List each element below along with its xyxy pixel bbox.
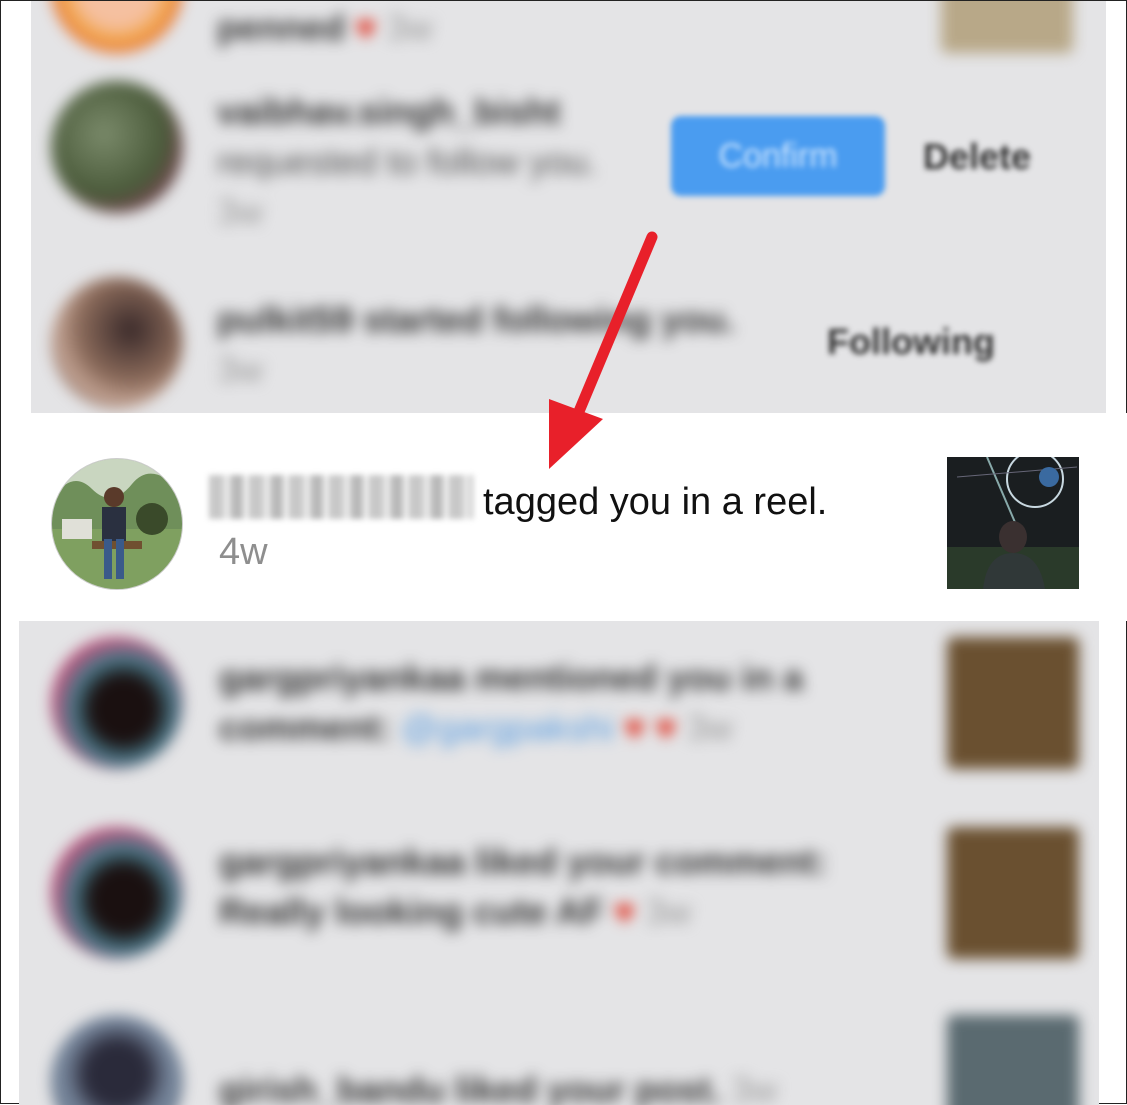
row-text: gargpriyankaa liked your comment: Really… [219, 841, 828, 932]
username[interactable]: vaibhav.singh_bisht [217, 91, 560, 132]
confirm-button[interactable]: Confirm [671, 116, 885, 196]
post-thumbnail[interactable] [947, 1015, 1079, 1105]
post-thumbnail[interactable] [947, 637, 1079, 769]
reel-thumbnail[interactable] [947, 457, 1079, 589]
timestamp: 3w [386, 7, 433, 48]
row-text: requested to follow you. [217, 141, 598, 182]
following-button[interactable]: Following [827, 321, 995, 363]
heart-icon: ♥ [613, 891, 636, 932]
timestamp: 4w [219, 531, 268, 573]
timestamp: 3w [217, 349, 264, 390]
row-text: girish_bandu liked your post. [219, 1069, 722, 1105]
timestamp: 3w [731, 1069, 778, 1105]
row-text: penned [217, 7, 346, 48]
avatar[interactable] [51, 277, 183, 409]
avatar[interactable] [51, 81, 183, 213]
heart-icon: ♥ [355, 7, 377, 48]
avatar[interactable] [51, 1, 183, 53]
mention-link[interactable]: @gargpakshi [401, 707, 614, 748]
row-text: pulkit59 started following you. [217, 299, 736, 340]
avatar[interactable] [51, 1015, 183, 1105]
heart-icon: ♥ ♥ [623, 707, 677, 748]
post-thumbnail[interactable] [947, 827, 1079, 959]
timestamp: 3w [217, 191, 264, 232]
blurred-notifications-top: penned ♥ 3w vaibhav.singh_bisht requeste… [31, 1, 1106, 413]
notification-text: tagged you in a reel. [483, 481, 828, 523]
delete-button[interactable]: Delete [923, 136, 1031, 178]
post-thumbnail[interactable] [941, 1, 1073, 53]
avatar[interactable] [51, 827, 183, 959]
avatar[interactable] [51, 458, 183, 590]
timestamp: 3w [686, 707, 733, 748]
timestamp: 3w [645, 891, 692, 932]
blurred-notifications-bottom: gargpriyankaa mentioned you in a comment… [19, 621, 1099, 1105]
avatar[interactable] [51, 637, 183, 769]
